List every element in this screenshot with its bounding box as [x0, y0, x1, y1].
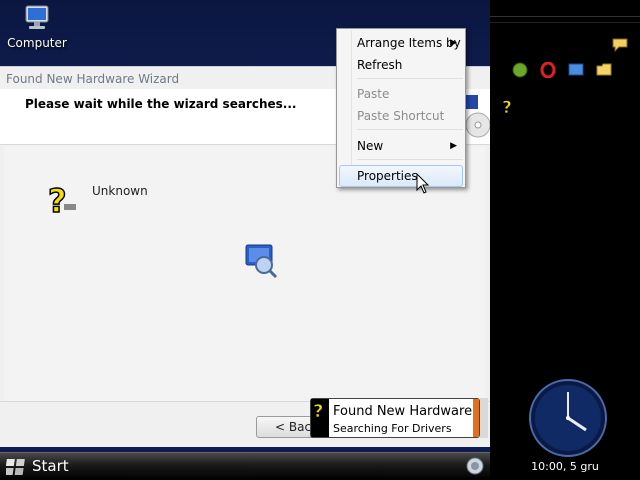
balloon-text: Searching For Drivers [333, 422, 452, 435]
question-mark-icon[interactable]: ? [500, 96, 518, 116]
folder-icon[interactable] [596, 62, 612, 78]
menu-item-arrange-items-by[interactable]: Arrange Items by ▶ [339, 32, 463, 54]
submenu-arrow-icon: ▶ [450, 38, 457, 48]
opera-icon[interactable] [540, 62, 556, 78]
mouse-cursor-icon [416, 173, 430, 194]
unknown-device-icon: ? [47, 182, 76, 218]
submenu-arrow-icon: ▶ [450, 141, 457, 151]
svg-text:?: ? [48, 182, 67, 218]
clock-text: 10:00, 5 gru [531, 460, 599, 473]
windows-logo-icon [6, 459, 25, 475]
balloon-shadow [480, 398, 488, 438]
desktop-icon[interactable] [568, 62, 584, 78]
context-menu: Arrange Items by ▶ Refresh Paste Paste S… [336, 28, 466, 188]
question-mark-icon: ? [313, 401, 324, 420]
menu-item-label: Properties [357, 169, 418, 183]
start-button[interactable]: Start [4, 455, 74, 479]
clock-gadget-icon[interactable] [528, 378, 608, 458]
menu-item-label: Refresh [357, 58, 403, 72]
svg-text:?: ? [502, 98, 512, 116]
tray-orb-icon[interactable] [466, 457, 484, 475]
balloon-accent [473, 399, 479, 437]
desktop-icon-label: Computer [7, 36, 67, 50]
sidebar-divider [490, 22, 640, 23]
menu-item-paste[interactable]: Paste [339, 83, 463, 105]
wizard-heading: Please wait while the wizard searches... [25, 97, 297, 111]
svg-text:?: ? [313, 401, 323, 420]
chat-bubble-icon[interactable] [612, 38, 628, 52]
start-label: Start [32, 457, 69, 475]
menu-separator [357, 159, 463, 160]
balloon-title: Found New Hardware [333, 404, 473, 419]
sidebar-divider [490, 16, 640, 17]
device-name-label: Unknown [92, 184, 148, 198]
menu-separator [357, 78, 463, 79]
computer-icon [25, 5, 49, 29]
menu-separator [357, 129, 463, 130]
taskbar: Start [0, 452, 490, 480]
menu-item-label: Paste [357, 87, 390, 101]
quick-launch-bar [500, 62, 630, 84]
window-title: Found New Hardware Wizard [6, 72, 180, 86]
menu-item-label: Paste Shortcut [357, 109, 445, 123]
menu-item-properties[interactable]: Properties [339, 165, 463, 187]
search-computer-icon [245, 244, 278, 279]
green-orb-icon[interactable] [512, 62, 528, 78]
notification-balloon[interactable]: ? Found New Hardware Searching For Drive… [310, 398, 480, 438]
desktop-icon-computer[interactable]: Computer [6, 4, 68, 50]
menu-item-label: New [357, 139, 384, 153]
menu-item-label: Arrange Items by [357, 36, 461, 50]
menu-item-refresh[interactable]: Refresh [339, 54, 463, 76]
menu-item-paste-shortcut[interactable]: Paste Shortcut [339, 105, 463, 127]
desktop: Computer Found New Hardware Wizard Pleas… [0, 0, 490, 452]
sidebar: ? 10:00, 5 gru [490, 0, 640, 480]
menu-item-new[interactable]: New ▶ [339, 135, 463, 157]
